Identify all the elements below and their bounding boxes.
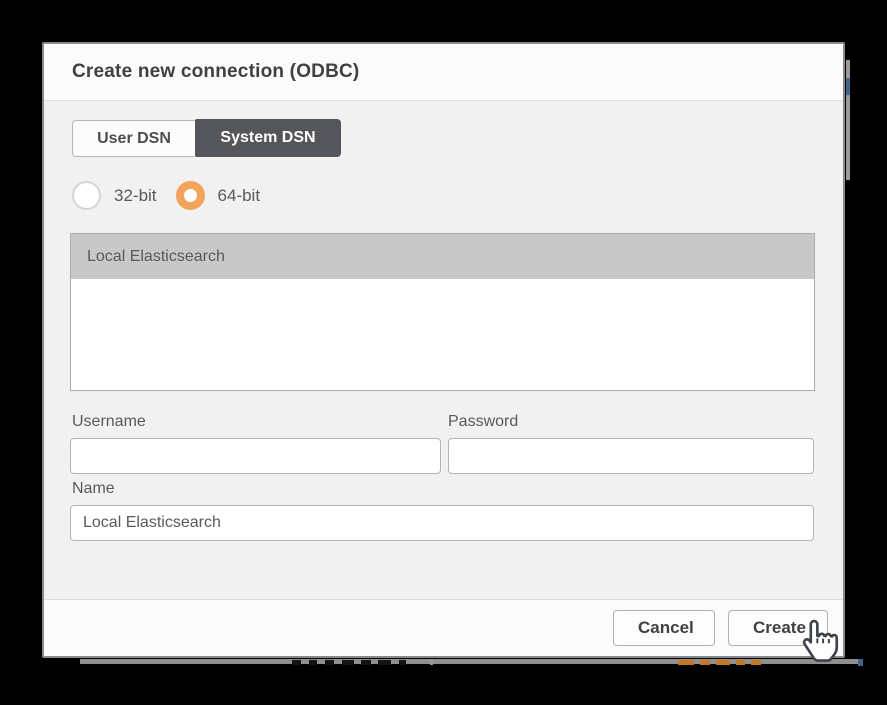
name-field[interactable]: [70, 505, 814, 541]
tab-system-dsn[interactable]: System DSN: [195, 119, 341, 157]
background-fragment: [716, 660, 730, 665]
background-fragment: [736, 660, 745, 665]
dsn-tab-group: User DSN System DSN: [72, 119, 341, 157]
password-field[interactable]: [448, 438, 814, 474]
password-label: Password: [448, 413, 519, 430]
dialog-body: User DSN System DSN 32-bit 64-bit Local …: [44, 101, 843, 599]
background-fragment: [751, 660, 761, 665]
dialog-header: Create new connection (ODBC): [44, 44, 843, 101]
background-fragment: [378, 660, 391, 665]
dsn-list-item-label: Local Elasticsearch: [87, 248, 225, 265]
radio-64bit-label[interactable]: 64-bit: [218, 186, 261, 206]
background-fragment: [325, 660, 334, 665]
dialog-footer: Cancel Create: [44, 599, 843, 656]
background-fragment: [399, 660, 406, 665]
background-fragment: [342, 660, 354, 665]
background-fragment: [430, 659, 433, 665]
background-fragment: [309, 660, 317, 665]
username-field[interactable]: [70, 438, 441, 474]
radio-32bit[interactable]: [72, 181, 101, 210]
tab-user-dsn-label: User DSN: [97, 129, 171, 147]
dsn-list-item[interactable]: Local Elasticsearch: [71, 234, 814, 279]
bitness-radio-group: 32-bit 64-bit: [72, 181, 260, 210]
dialog-title: Create new connection (ODBC): [72, 61, 360, 82]
radio-64bit[interactable]: [175, 181, 205, 210]
background-fragment: [361, 660, 371, 665]
background-fragment: [678, 660, 694, 665]
cancel-button[interactable]: Cancel: [613, 610, 715, 646]
background-fragment: [700, 660, 710, 665]
screen: { "dialog": { "title": "Create new conne…: [0, 0, 887, 705]
background-fragment: [292, 660, 301, 665]
username-label: Username: [72, 413, 146, 430]
create-connection-dialog: Create new connection (ODBC) User DSN Sy…: [42, 42, 845, 658]
background-fragment: [858, 659, 863, 666]
background-fragment: [846, 78, 850, 95]
create-button[interactable]: Create: [728, 610, 828, 646]
dsn-listbox[interactable]: Local Elasticsearch: [70, 233, 815, 391]
radio-32bit-label[interactable]: 32-bit: [114, 186, 157, 206]
tab-system-dsn-label: System DSN: [220, 129, 316, 146]
name-label: Name: [72, 480, 115, 497]
tab-user-dsn[interactable]: User DSN: [72, 120, 195, 157]
